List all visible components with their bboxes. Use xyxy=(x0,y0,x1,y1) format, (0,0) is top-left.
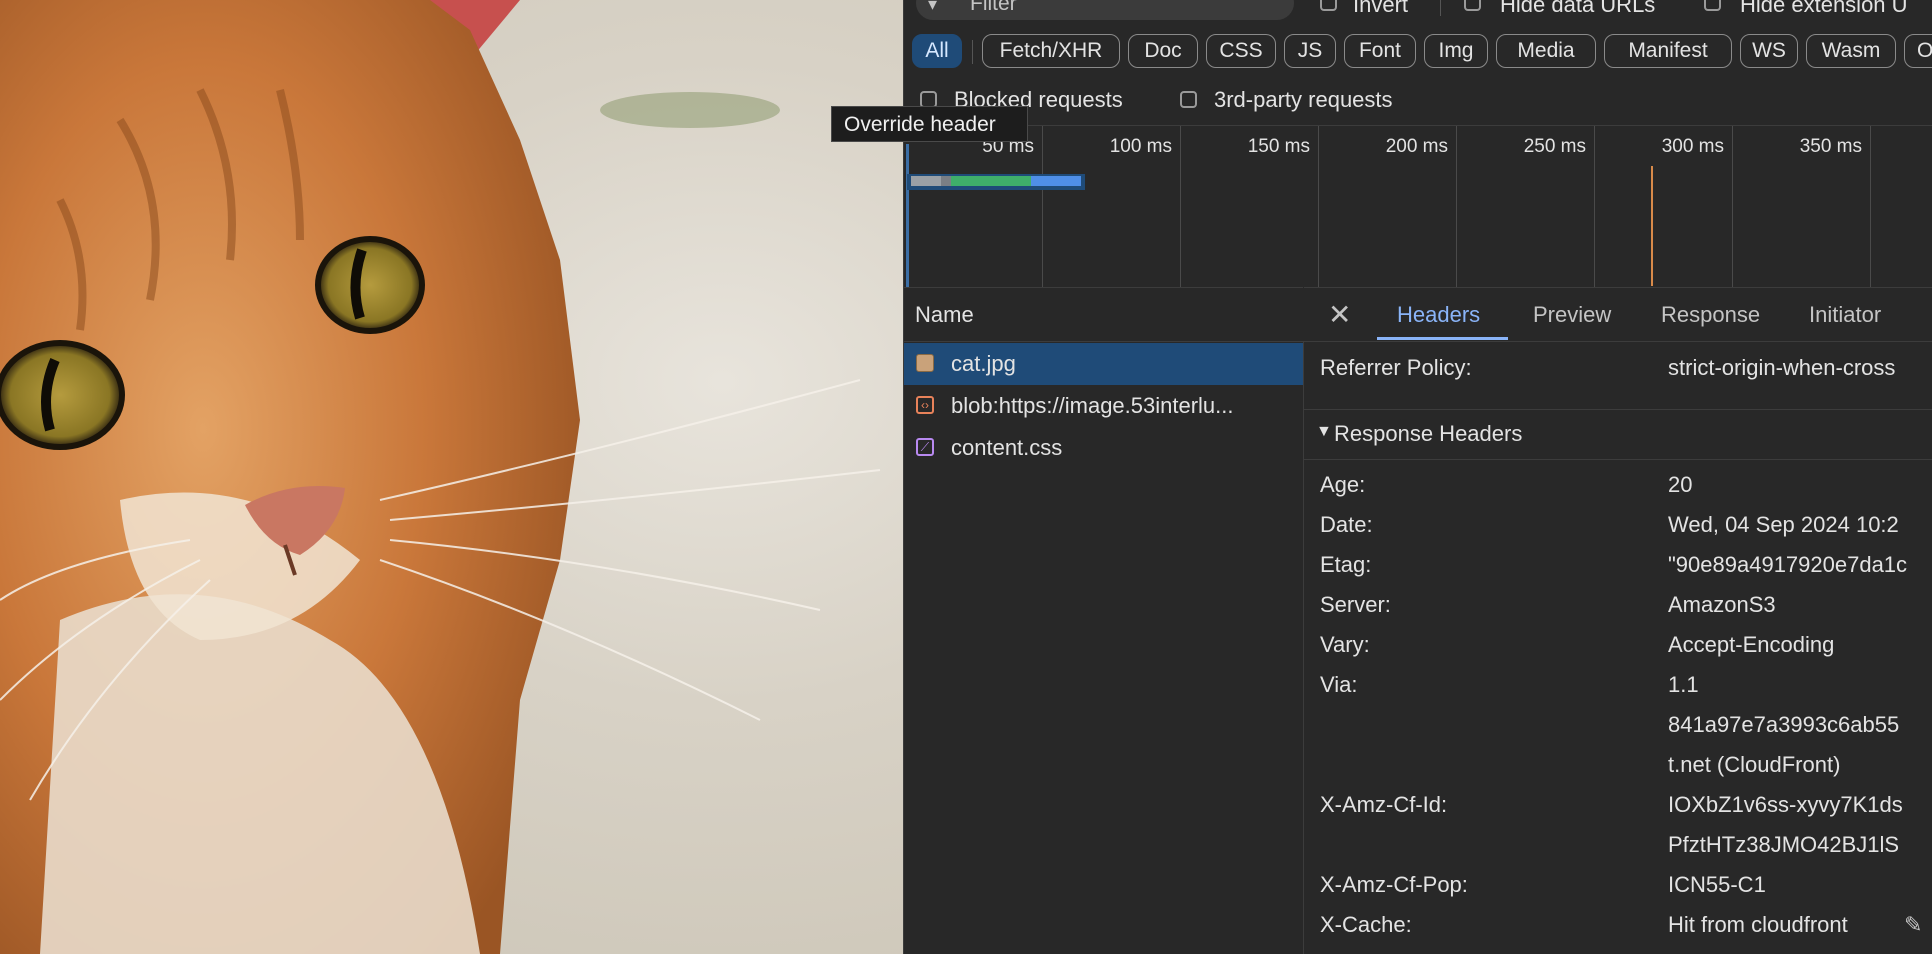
type-wasm[interactable]: Wasm xyxy=(1806,34,1896,68)
selection-handle[interactable] xyxy=(906,144,909,288)
cat-photo xyxy=(0,0,903,954)
header-key: Server: xyxy=(1320,592,1391,617)
triangle-down-icon: ▼ xyxy=(1316,423,1332,440)
tick-line xyxy=(1732,126,1733,288)
type-other[interactable]: Othe xyxy=(1904,34,1932,68)
header-value: t.net (CloudFront) xyxy=(1668,752,1841,777)
waterfall-bar-download xyxy=(1031,176,1081,186)
request-row[interactable]: ⟋ content.css xyxy=(904,427,1303,469)
tab-response[interactable]: Response xyxy=(1661,302,1760,328)
tick-label: 150 ms xyxy=(1247,136,1310,157)
tick-label: 100 ms xyxy=(1109,136,1172,157)
header-key: X-Amz-Cf-Id: xyxy=(1320,792,1448,817)
header-key: Vary: xyxy=(1320,632,1370,657)
waterfall-bar-waiting xyxy=(951,176,1031,186)
header-key: Etag: xyxy=(1320,552,1372,577)
tab-headers[interactable]: Headers xyxy=(1397,302,1480,328)
header-value: "90e89a4917920e7da1c xyxy=(1668,552,1908,577)
request-row[interactable]: cat.jpg xyxy=(904,343,1303,385)
waterfall-bar-queue xyxy=(911,176,941,186)
waterfall-overview[interactable]: 50 ms 100 ms 150 ms 200 ms 250 ms 300 ms… xyxy=(904,125,1932,288)
header-value: PfztHTz38JMO42BJ1lS xyxy=(1668,832,1900,857)
tick-label: 200 ms xyxy=(1385,136,1448,157)
load-event-marker xyxy=(1651,166,1653,286)
tick-line xyxy=(1042,126,1043,288)
header-value: Hit from cloudfront xyxy=(1668,912,1848,937)
type-js[interactable]: JS xyxy=(1284,34,1336,68)
request-name: blob:https://image.53interlu... xyxy=(951,393,1234,418)
override-header-tooltip: Override header xyxy=(831,106,1028,142)
type-ws[interactable]: WS xyxy=(1740,34,1798,68)
image-file-icon xyxy=(916,354,934,372)
header-value: Wed, 04 Sep 2024 10:2 xyxy=(1668,512,1899,537)
type-fetch-xhr[interactable]: Fetch/XHR xyxy=(982,34,1120,68)
divider xyxy=(1440,0,1441,16)
tab-preview[interactable]: Preview xyxy=(1533,302,1611,328)
response-headers-section[interactable]: ▼ Response Headers xyxy=(1304,409,1932,460)
name-column-header[interactable]: Name xyxy=(915,302,974,328)
header-value: strict-origin-when-cross xyxy=(1668,355,1896,380)
header-key: Age: xyxy=(1320,472,1366,497)
hide-data-urls-checkbox[interactable] xyxy=(1464,0,1481,11)
filter-placeholder: Filter xyxy=(970,0,1017,15)
header-value: 20 xyxy=(1668,472,1693,497)
hide-data-urls-label: Hide data URLs xyxy=(1500,0,1656,17)
type-media[interactable]: Media xyxy=(1496,34,1596,68)
third-party-checkbox[interactable] xyxy=(1180,91,1197,108)
tab-initiator[interactable]: Initiator xyxy=(1809,302,1881,328)
header-key: X-Cache: xyxy=(1320,912,1412,937)
details-tabs: ✕ Headers Preview Response Initiator xyxy=(1304,287,1932,342)
header-value: IOXbZ1v6ss-xyvy7K1ds xyxy=(1668,792,1903,817)
header-value: AmazonS3 xyxy=(1668,592,1776,617)
type-img[interactable]: Img xyxy=(1424,34,1488,68)
document-file-icon: ‹› xyxy=(916,396,934,414)
stylesheet-file-icon: ⟋ xyxy=(916,438,934,456)
header-key: Date: xyxy=(1320,512,1373,537)
third-party-label: 3rd-party requests xyxy=(1214,87,1393,112)
header-key: Via: xyxy=(1320,672,1358,697)
tick-line xyxy=(1318,126,1319,288)
divider xyxy=(972,40,973,64)
header-value: 1.1 xyxy=(1668,672,1699,697)
close-icon[interactable]: ✕ xyxy=(1328,298,1351,331)
filter-icon: ▾ xyxy=(928,0,938,14)
tick-line xyxy=(1456,126,1457,288)
waterfall-bar-stalled xyxy=(941,176,951,186)
type-font[interactable]: Font xyxy=(1344,34,1416,68)
tick-label: 350 ms xyxy=(1799,136,1862,157)
type-css[interactable]: CSS xyxy=(1206,34,1276,68)
tick-line xyxy=(1870,126,1871,288)
tick-label: 300 ms xyxy=(1661,136,1724,157)
hide-extension-checkbox[interactable] xyxy=(1704,0,1721,11)
tick-line xyxy=(1180,126,1181,288)
header-key: X-Amz-Cf-Pop: xyxy=(1320,872,1468,897)
pencil-edit-icon[interactable]: ✎ xyxy=(1904,912,1922,938)
active-tab-indicator xyxy=(1377,337,1508,340)
request-details: ✕ Headers Preview Response Initiator Ref… xyxy=(1304,287,1932,954)
type-doc[interactable]: Doc xyxy=(1128,34,1198,68)
request-name: content.css xyxy=(951,435,1063,460)
header-value: Accept-Encoding xyxy=(1668,632,1835,657)
request-row[interactable]: ‹› blob:https://image.53interlu... xyxy=(904,385,1303,427)
tick-line xyxy=(1594,126,1595,288)
hide-extension-label: Hide extension U xyxy=(1740,0,1908,17)
type-all[interactable]: All xyxy=(912,34,962,68)
invert-label: Invert xyxy=(1353,0,1409,17)
header-key: Referrer Policy: xyxy=(1320,355,1472,380)
type-manifest[interactable]: Manifest xyxy=(1604,34,1732,68)
request-list: cat.jpg ‹› blob:https://image.53interlu.… xyxy=(904,341,1304,954)
invert-checkbox[interactable] xyxy=(1320,0,1337,11)
header-value: 841a97e7a3993c6ab55 xyxy=(1668,712,1900,737)
request-list-header: Name xyxy=(904,287,1303,342)
request-name: cat.jpg xyxy=(951,351,1016,376)
filter-bar: ▾ Filter Invert Hide data URLs Hide exte… xyxy=(904,0,1932,24)
devtools-network-panel: ▾ Filter Invert Hide data URLs Hide exte… xyxy=(903,0,1932,954)
tick-label: 250 ms xyxy=(1523,136,1586,157)
section-title: Response Headers xyxy=(1334,421,1523,446)
header-value: ICN55-C1 xyxy=(1668,872,1766,897)
